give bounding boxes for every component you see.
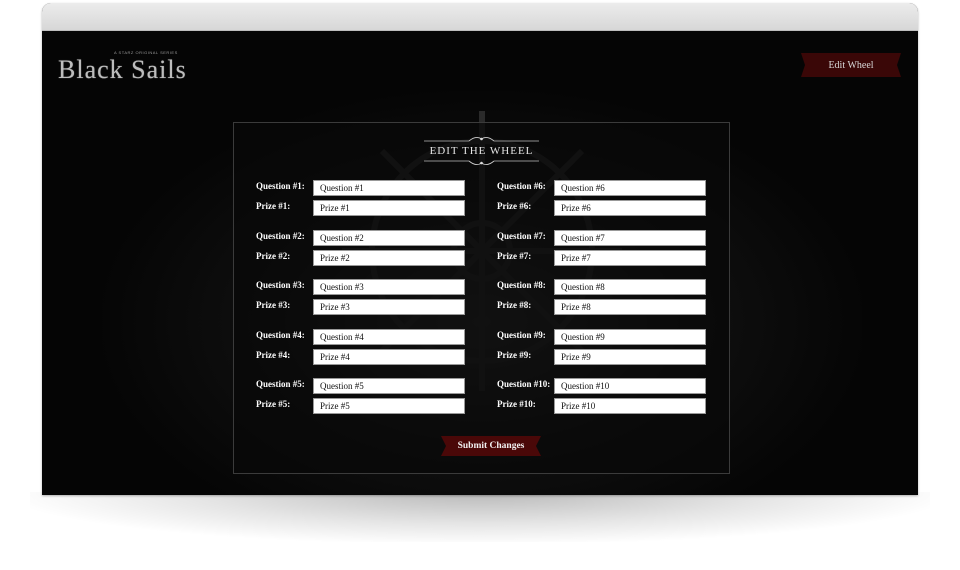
prize-input[interactable] (313, 348, 465, 365)
prize-label: Prize #10: (497, 399, 536, 409)
prize-row: Prize #6: (497, 200, 707, 216)
ornament-top-icon (424, 136, 539, 142)
question-input[interactable] (554, 229, 706, 246)
question-row: Question #4: (256, 328, 466, 345)
browser-toolbar (42, 3, 918, 31)
prize-input[interactable] (554, 200, 706, 216)
prize-input[interactable] (554, 299, 706, 315)
question-input[interactable] (313, 279, 465, 295)
question-label: Question #5: (256, 379, 305, 389)
device-shadow (30, 492, 930, 542)
prize-input[interactable] (313, 200, 465, 216)
question-label: Question #7: (497, 230, 546, 241)
question-input[interactable] (313, 328, 465, 345)
edit-wheel-button[interactable]: Edit Wheel (801, 53, 901, 77)
prize-row: Prize #9: (497, 348, 707, 365)
prize-row: Prize #3: (256, 299, 466, 315)
logo-title: Black Sails (58, 55, 187, 84)
page-viewport: A STARZ ORIGINAL SERIES Black Sails Edit… (42, 31, 918, 495)
prize-row: Prize #2: (256, 249, 466, 266)
prize-label: Prize #7: (497, 250, 532, 261)
prize-row: Prize #10: (497, 398, 707, 414)
question-row: Question #10: (497, 378, 707, 394)
prize-row: Prize #4: (256, 348, 466, 365)
question-label: Question #10: (497, 379, 551, 389)
panel-title: EDIT THE WHEEL (429, 145, 534, 157)
prize-label: Prize #6: (497, 201, 532, 211)
prize-label: Prize #2: (256, 250, 291, 261)
prize-label: Prize #5: (256, 399, 291, 409)
question-row: Question #9: (497, 328, 707, 345)
question-row: Question #8: (497, 279, 707, 295)
prize-row: Prize #8: (497, 299, 707, 315)
question-row: Question #3: (256, 279, 466, 295)
question-input[interactable] (313, 378, 465, 394)
question-row: Question #7: (497, 229, 707, 246)
prize-input[interactable] (313, 249, 465, 266)
question-input[interactable] (554, 279, 706, 295)
prize-label: Prize #9: (497, 349, 532, 360)
prize-input[interactable] (313, 398, 465, 414)
question-input[interactable] (313, 180, 465, 196)
question-label: Question #4: (256, 329, 305, 340)
question-label: Question #8: (497, 280, 546, 290)
prize-label: Prize #3: (256, 300, 291, 310)
question-label: Question #6: (497, 181, 546, 191)
prize-row: Prize #5: (256, 398, 466, 414)
question-input[interactable] (554, 328, 706, 345)
question-input[interactable] (554, 378, 706, 394)
submit-changes-button[interactable]: Submit Changes (441, 436, 541, 456)
question-row: Question #6: (497, 180, 707, 196)
prize-input[interactable] (554, 249, 706, 266)
prize-label: Prize #8: (497, 300, 532, 310)
question-row: Question #2: (256, 229, 466, 246)
prize-label: Prize #4: (256, 349, 291, 360)
question-label: Question #1: (256, 181, 305, 191)
prize-label: Prize #1: (256, 201, 291, 211)
prize-input[interactable] (313, 299, 465, 315)
question-row: Question #5: (256, 378, 466, 394)
question-input[interactable] (313, 229, 465, 246)
prize-row: Prize #7: (497, 249, 707, 266)
edit-wheel-panel: EDIT THE WHEEL Question #1: Prize #1: Ques… (233, 122, 730, 474)
question-label: Question #2: (256, 230, 305, 241)
question-label: Question #3: (256, 280, 305, 290)
prize-input[interactable] (554, 398, 706, 414)
prize-row: Prize #1: (256, 200, 466, 216)
prize-input[interactable] (554, 348, 706, 365)
black-sails-logo: A STARZ ORIGINAL SERIES Black Sails (56, 47, 236, 87)
panel-header: EDIT THE WHEEL (234, 135, 729, 167)
question-row: Question #1: (256, 180, 466, 196)
question-label: Question #9: (497, 329, 546, 340)
question-input[interactable] (554, 180, 706, 196)
browser-window: A STARZ ORIGINAL SERIES Black Sails Edit… (42, 3, 918, 495)
ornament-bottom-icon (424, 160, 539, 166)
